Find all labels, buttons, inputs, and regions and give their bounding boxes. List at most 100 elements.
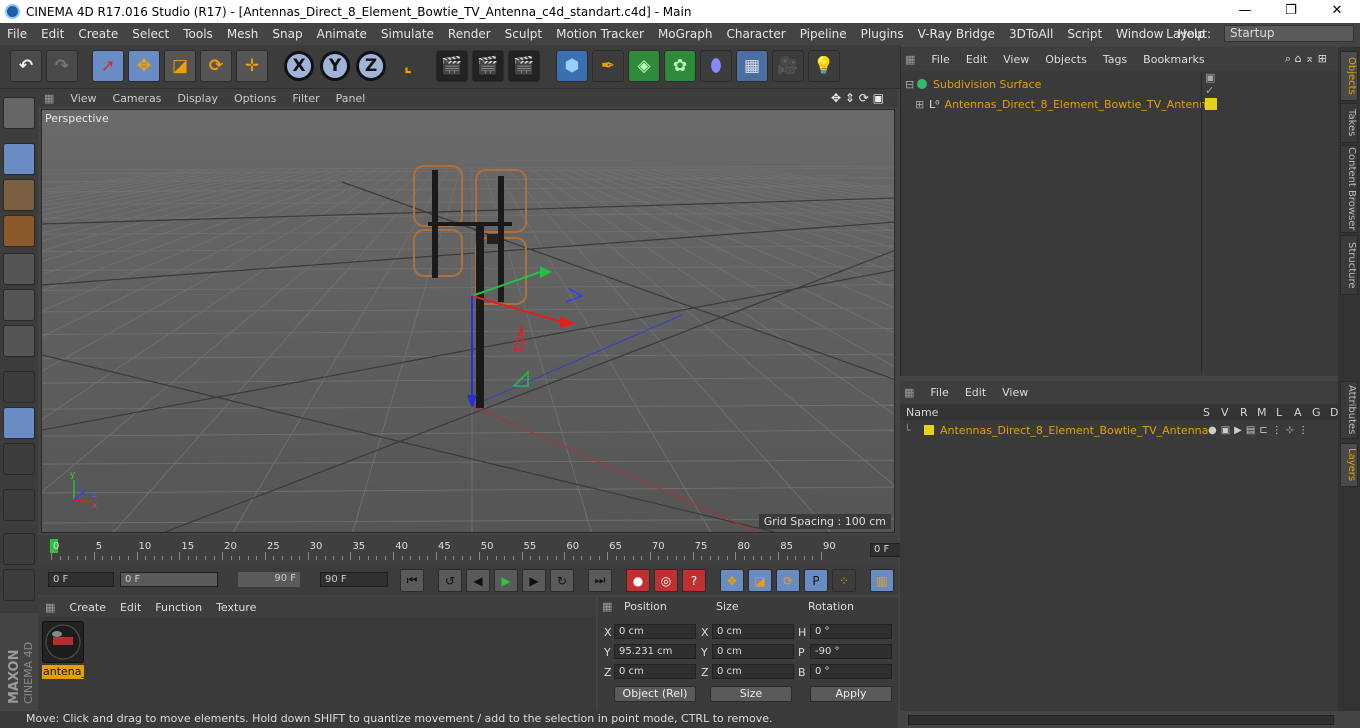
layer-color-swatch[interactable]	[924, 425, 934, 435]
material-thumbnail[interactable]	[42, 621, 84, 663]
menu-select[interactable]: Select	[125, 27, 176, 41]
snap-button[interactable]	[3, 443, 35, 475]
menu-tools[interactable]: Tools	[176, 27, 220, 41]
layer-menu-edit[interactable]: Edit	[957, 386, 994, 399]
menu-script[interactable]: Script	[1060, 27, 1109, 41]
minimize-button[interactable]: —	[1222, 0, 1268, 23]
magnet-button[interactable]	[3, 489, 35, 521]
record-keys-button[interactable]: ●	[626, 569, 650, 592]
pos-y-field[interactable]: 95.231 cm	[614, 644, 696, 659]
tab-structure[interactable]: Structure	[1340, 235, 1358, 295]
perspective-viewport[interactable]: Perspective y z x Grid Spacing : 100 cm	[41, 109, 895, 533]
polygons-mode-button[interactable]	[3, 325, 35, 357]
menu-file[interactable]: File	[0, 27, 34, 41]
scale-tool-button[interactable]: ◪	[164, 50, 196, 82]
material-name-label[interactable]: antena_	[42, 665, 84, 679]
redo-button[interactable]: ↷	[46, 50, 78, 82]
object-menu-tags[interactable]: Tags	[1095, 53, 1135, 66]
move-tool-button[interactable]: ✥	[128, 50, 160, 82]
next-frame-button[interactable]: ▶	[522, 569, 546, 592]
tab-takes[interactable]: Takes	[1340, 103, 1358, 143]
key-position-button[interactable]: ✥	[720, 569, 744, 592]
rot-p-field[interactable]: -90 °	[810, 644, 892, 659]
end-frame-field[interactable]: 90 F	[320, 572, 388, 587]
menu-render[interactable]: Render	[441, 27, 498, 41]
menu-motion-tracker[interactable]: Motion Tracker	[549, 27, 651, 41]
viewport-menu-view[interactable]: View	[62, 92, 104, 105]
object-menu-edit[interactable]: Edit	[958, 53, 995, 66]
keyframe-selection-button[interactable]: ?	[682, 569, 706, 592]
material-menu-edit[interactable]: Edit	[113, 601, 148, 614]
material-menu-create[interactable]: Create	[62, 601, 113, 614]
rot-b-field[interactable]: 0 °	[810, 664, 892, 679]
tweak-mode-button[interactable]	[3, 407, 35, 439]
viewport-menu-panel[interactable]: Panel	[328, 92, 374, 105]
add-array-button[interactable]: ✿	[664, 50, 696, 82]
model-mode-button[interactable]	[3, 143, 35, 175]
size-mode-dropdown[interactable]: Size	[710, 686, 792, 702]
pos-z-field[interactable]: 0 cm	[614, 664, 696, 679]
size-z-field[interactable]: 0 cm	[712, 664, 794, 679]
layer-menu-view[interactable]: View	[994, 386, 1036, 399]
expand-minus-icon[interactable]: ⊟	[905, 78, 917, 91]
rotate-tool-button[interactable]: ⟳	[200, 50, 232, 82]
range-start-field[interactable]: 0 F	[120, 572, 218, 587]
object-row-subdivision-surface[interactable]: ⊟ Subdivision Surface ▣ ✓	[905, 71, 1215, 97]
layer-name[interactable]: Antennas_Direct_8_Element_Bowtie_TV_Ante…	[940, 424, 1208, 437]
menu-plugins[interactable]: Plugins	[854, 27, 911, 41]
render-view-button[interactable]: 🎬	[436, 50, 468, 82]
play-button[interactable]: ▶	[494, 569, 518, 592]
add-light-button[interactable]: 💡	[808, 50, 840, 82]
viewport-navigation-icons[interactable]: ✥ ⇕ ⟳ ▣	[823, 91, 892, 105]
edges-mode-button[interactable]	[3, 289, 35, 321]
add-generator-button[interactable]: ◈	[628, 50, 660, 82]
add-cube-button[interactable]: ⬢	[556, 50, 588, 82]
object-name[interactable]: Antennas_Direct_8_Element_Bowtie_TV_Ante…	[945, 98, 1213, 111]
tab-attributes[interactable]: Attributes	[1340, 381, 1358, 439]
key-pla-button[interactable]: ⁘	[832, 569, 856, 592]
viewport-menu-options[interactable]: Options	[226, 92, 284, 105]
menu-edit[interactable]: Edit	[34, 27, 71, 41]
menu-animate[interactable]: Animate	[310, 27, 374, 41]
add-camera-button[interactable]: 🎥	[772, 50, 804, 82]
menu-create[interactable]: Create	[71, 27, 125, 41]
layer-horizontal-scrollbar[interactable]	[908, 715, 1334, 725]
pos-x-field[interactable]: 0 cm	[614, 624, 696, 639]
coordinate-mode-dropdown[interactable]: Object (Rel)	[614, 686, 696, 702]
menu-3dtoall[interactable]: 3DToAll	[1002, 27, 1060, 41]
object-name[interactable]: Subdivision Surface	[933, 78, 1041, 91]
range-end-field[interactable]: 90 F	[238, 572, 300, 587]
menu-mograph[interactable]: MoGraph	[651, 27, 720, 41]
material-menu-texture[interactable]: Texture	[209, 601, 263, 614]
z-axis-lock-button[interactable]: Z	[356, 51, 386, 81]
previous-frame-button[interactable]: ◀	[466, 569, 490, 592]
add-floor-button[interactable]: ▦	[736, 50, 768, 82]
add-deformer-button[interactable]: ⬮	[700, 50, 732, 82]
points-mode-button[interactable]	[3, 253, 35, 285]
close-button[interactable]: ✕	[1314, 0, 1360, 23]
viewport-menu-filter[interactable]: Filter	[284, 92, 327, 105]
key-scale-button[interactable]: ◪	[748, 569, 772, 592]
object-menu-file[interactable]: File	[923, 53, 957, 66]
material-menu-function[interactable]: Function	[148, 601, 209, 614]
apply-button[interactable]: Apply	[810, 686, 892, 702]
menu-character[interactable]: Character	[719, 27, 792, 41]
tab-objects[interactable]: Objects	[1340, 51, 1358, 101]
menu-snap[interactable]: Snap	[265, 27, 309, 41]
workplane-lock-button[interactable]	[3, 533, 35, 565]
object-visibility-dots[interactable]: ▣ ✓	[1205, 71, 1215, 97]
go-to-start-button[interactable]: ⏮	[400, 569, 424, 592]
recent-tool-button[interactable]: ✛	[236, 50, 268, 82]
menu-sculpt[interactable]: Sculpt	[498, 27, 549, 41]
workplane-align-button[interactable]	[3, 569, 35, 601]
start-frame-field[interactable]: 0 F	[48, 572, 114, 587]
previous-key-button[interactable]: ↺	[438, 569, 462, 592]
size-x-field[interactable]: 0 cm	[712, 624, 794, 639]
go-to-end-button[interactable]: ⏭	[588, 569, 612, 592]
render-picture-viewer-button[interactable]: 🎬	[472, 50, 504, 82]
size-y-field[interactable]: 0 cm	[712, 644, 794, 659]
key-parameter-button[interactable]: P	[804, 569, 828, 592]
object-menu-objects[interactable]: Objects	[1037, 53, 1095, 66]
layer-color-tag[interactable]	[1205, 98, 1217, 110]
object-menu-view[interactable]: View	[995, 53, 1037, 66]
